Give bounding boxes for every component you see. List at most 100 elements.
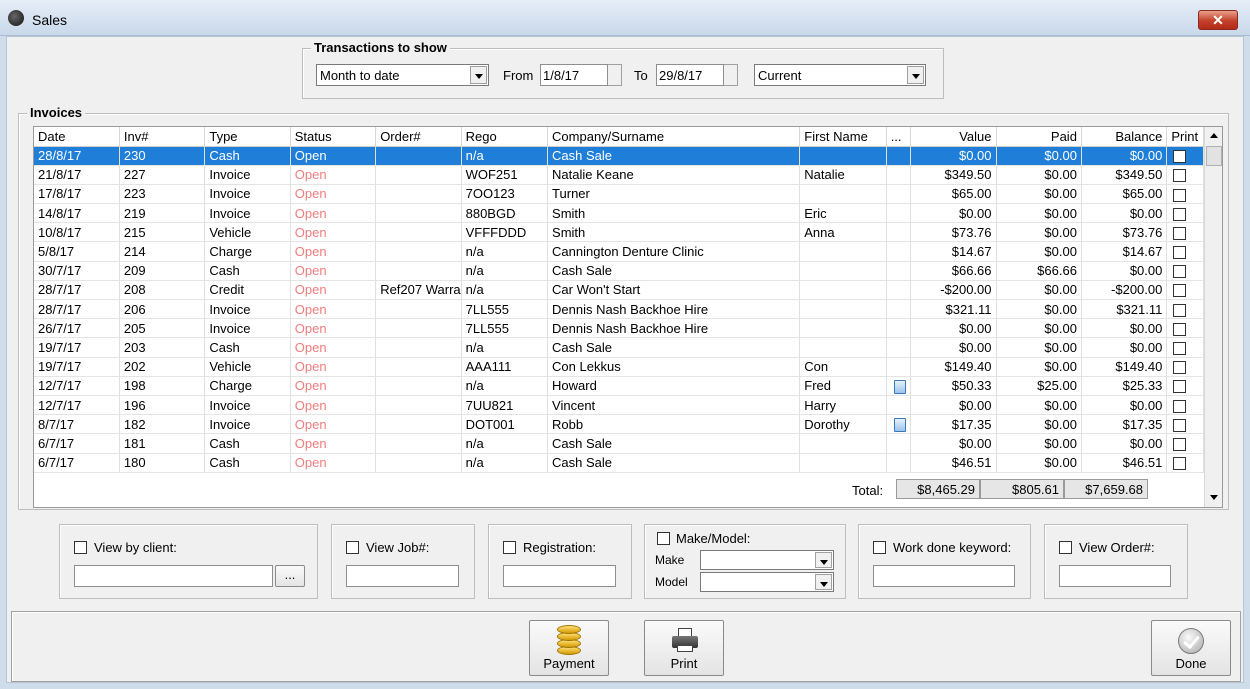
table-row[interactable]: 8/7/17 182 Invoice Open DOT001 Robb Dorothy $17… (34, 414, 1204, 435)
vertical-scrollbar[interactable] (1204, 127, 1222, 507)
table-row[interactable]: 6/7/17 181 Cash Open n/a Cash Sale $0.00 $0.00 $… (34, 433, 1204, 454)
period-dropdown[interactable]: Month to date (316, 64, 489, 86)
document-icon[interactable] (893, 418, 906, 432)
job-input[interactable] (346, 565, 459, 587)
table-row[interactable]: 30/7/17 209 Cash Open n/a Cash Sale $66.66 $66.… (34, 261, 1204, 281)
cell-first-name: Harry (799, 395, 887, 416)
invoice-rows: 28/8/17 230 Cash Open n/a Cash Sale $0.00 $0.00… (34, 146, 1204, 473)
from-date-picker-button[interactable] (608, 64, 622, 86)
cell-status: Open (290, 395, 377, 416)
print-checkbox[interactable] (1173, 361, 1187, 375)
client-input[interactable] (74, 565, 273, 587)
column-header-company[interactable]: Company/Surname (547, 127, 801, 147)
close-button[interactable]: ✕ (1198, 10, 1238, 30)
table-row[interactable]: 21/8/17 227 Invoice Open WOF251 Natalie Keane… (34, 165, 1204, 185)
invoices-grid[interactable]: Date Inv# Type Status Order# Rego Compan… (33, 126, 1223, 508)
print-checkbox[interactable] (1173, 188, 1187, 202)
table-row[interactable]: 10/8/17 215 Vehicle Open VFFFDDD Smith Anna $73… (34, 222, 1204, 243)
make-model-checkbox[interactable] (657, 532, 670, 545)
chevron-down-icon[interactable] (815, 574, 832, 590)
client-browse-button[interactable]: ... (275, 565, 305, 587)
cell-order (375, 433, 462, 454)
chevron-down-icon[interactable] (815, 552, 832, 568)
column-header-first-name[interactable]: First Name (799, 127, 887, 147)
document-icon[interactable] (893, 379, 906, 394)
done-button[interactable]: Done (1151, 620, 1231, 676)
window-title: Sales (32, 12, 68, 28)
cell-value: $349.50 (910, 165, 997, 185)
table-row[interactable]: 5/8/17 214 Charge Open n/a Cannington Denture… (34, 241, 1204, 262)
model-dropdown[interactable] (700, 572, 834, 592)
from-date-input[interactable]: 1/8/17 (540, 64, 608, 86)
column-header-rego[interactable]: Rego (461, 127, 549, 147)
cell-rego: AAA111 (461, 357, 549, 377)
make-dropdown[interactable] (700, 550, 834, 570)
column-header-print[interactable]: Print (1166, 127, 1204, 147)
cell-status: Open (290, 203, 377, 224)
print-checkbox[interactable] (1173, 418, 1187, 432)
cell-first-name: Anna (799, 222, 887, 243)
column-header-type[interactable]: Type (204, 127, 291, 147)
to-date-picker-button[interactable] (724, 64, 738, 86)
column-header-order[interactable]: Order# (375, 127, 462, 147)
cell-value: $0.00 (910, 318, 997, 339)
table-row[interactable]: 28/7/17 206 Invoice Open 7LL555 Dennis Nash B… (34, 299, 1204, 320)
print-checkbox[interactable] (1173, 342, 1187, 355)
view-job-checkbox[interactable] (346, 541, 359, 554)
print-checkbox[interactable] (1173, 169, 1187, 183)
print-button[interactable]: Print (644, 620, 724, 676)
column-header-date[interactable]: Date (34, 127, 120, 147)
table-row[interactable]: 28/7/17 208 Credit Open Ref207 Warra n/a Car W… (34, 280, 1204, 301)
table-row[interactable]: 12/7/17 196 Invoice Open 7UU821 Vincent Harry $… (34, 395, 1204, 416)
total-label: Total: (852, 483, 884, 498)
registration-checkbox[interactable] (503, 541, 516, 554)
chevron-down-icon[interactable] (907, 66, 924, 84)
cell-type: Invoice (204, 414, 291, 435)
scroll-up-icon[interactable] (1206, 128, 1222, 144)
registration-input[interactable] (503, 565, 616, 587)
cell-inv: 182 (119, 414, 206, 435)
table-row[interactable]: 26/7/17 205 Invoice Open 7LL555 Dennis Nash B… (34, 318, 1204, 339)
table-row[interactable]: 6/7/17 180 Cash Open n/a Cash Sale $46.51 $0.00… (34, 453, 1204, 473)
scroll-down-icon[interactable] (1206, 490, 1222, 506)
table-row[interactable]: 28/8/17 230 Cash Open n/a Cash Sale $0.00 $0.00… (34, 146, 1204, 166)
print-checkbox[interactable] (1173, 303, 1187, 317)
column-header-status[interactable]: Status (290, 127, 377, 147)
scroll-thumb[interactable] (1206, 146, 1222, 166)
print-checkbox[interactable] (1173, 284, 1187, 298)
print-checkbox[interactable] (1173, 380, 1187, 394)
order-input[interactable] (1059, 565, 1171, 587)
column-header-notes[interactable]: ... (886, 127, 912, 147)
table-row[interactable]: 17/8/17 223 Invoice Open 7OO123 Turner $65.00 $… (34, 184, 1204, 205)
print-checkbox[interactable] (1173, 457, 1187, 471)
keyword-input[interactable] (873, 565, 1015, 587)
table-row[interactable]: 19/7/17 202 Vehicle Open AAA111 Con Lekkus Con… (34, 357, 1204, 377)
column-header-inv[interactable]: Inv# (119, 127, 206, 147)
payment-button[interactable]: Payment (529, 620, 609, 676)
view-order-checkbox[interactable] (1059, 541, 1072, 554)
chevron-down-icon[interactable] (470, 66, 487, 84)
column-header-balance[interactable]: Balance (1081, 127, 1168, 147)
cell-date: 19/7/17 (34, 337, 120, 358)
print-checkbox[interactable] (1173, 265, 1187, 279)
cell-balance: $46.51 (1081, 453, 1168, 473)
table-row[interactable]: 14/8/17 219 Invoice Open 880BGD Smith Eric $0.0… (34, 203, 1204, 224)
table-row[interactable]: 19/7/17 203 Cash Open n/a Cash Sale $0.00 $0.00… (34, 337, 1204, 358)
column-header-value[interactable]: Value (910, 127, 997, 147)
print-checkbox[interactable] (1173, 246, 1187, 260)
print-checkbox[interactable] (1173, 150, 1187, 164)
print-checkbox[interactable] (1173, 437, 1187, 451)
print-checkbox[interactable] (1173, 226, 1187, 240)
print-checkbox[interactable] (1173, 399, 1187, 413)
work-done-keyword-checkbox[interactable] (873, 541, 886, 554)
view-by-client-checkbox[interactable] (74, 541, 87, 554)
column-header-paid[interactable]: Paid (996, 127, 1082, 147)
cell-inv: 214 (119, 241, 206, 262)
transactions-group: Transactions to show Month to date From … (302, 40, 944, 99)
cell-order (375, 241, 462, 262)
print-checkbox[interactable] (1173, 207, 1187, 221)
print-checkbox[interactable] (1173, 322, 1187, 336)
table-row[interactable]: 12/7/17 198 Charge Open n/a Howard Fred $50.33 $… (34, 376, 1204, 396)
to-date-input[interactable]: 29/8/17 (656, 64, 724, 86)
scope-dropdown[interactable]: Current (754, 64, 926, 86)
